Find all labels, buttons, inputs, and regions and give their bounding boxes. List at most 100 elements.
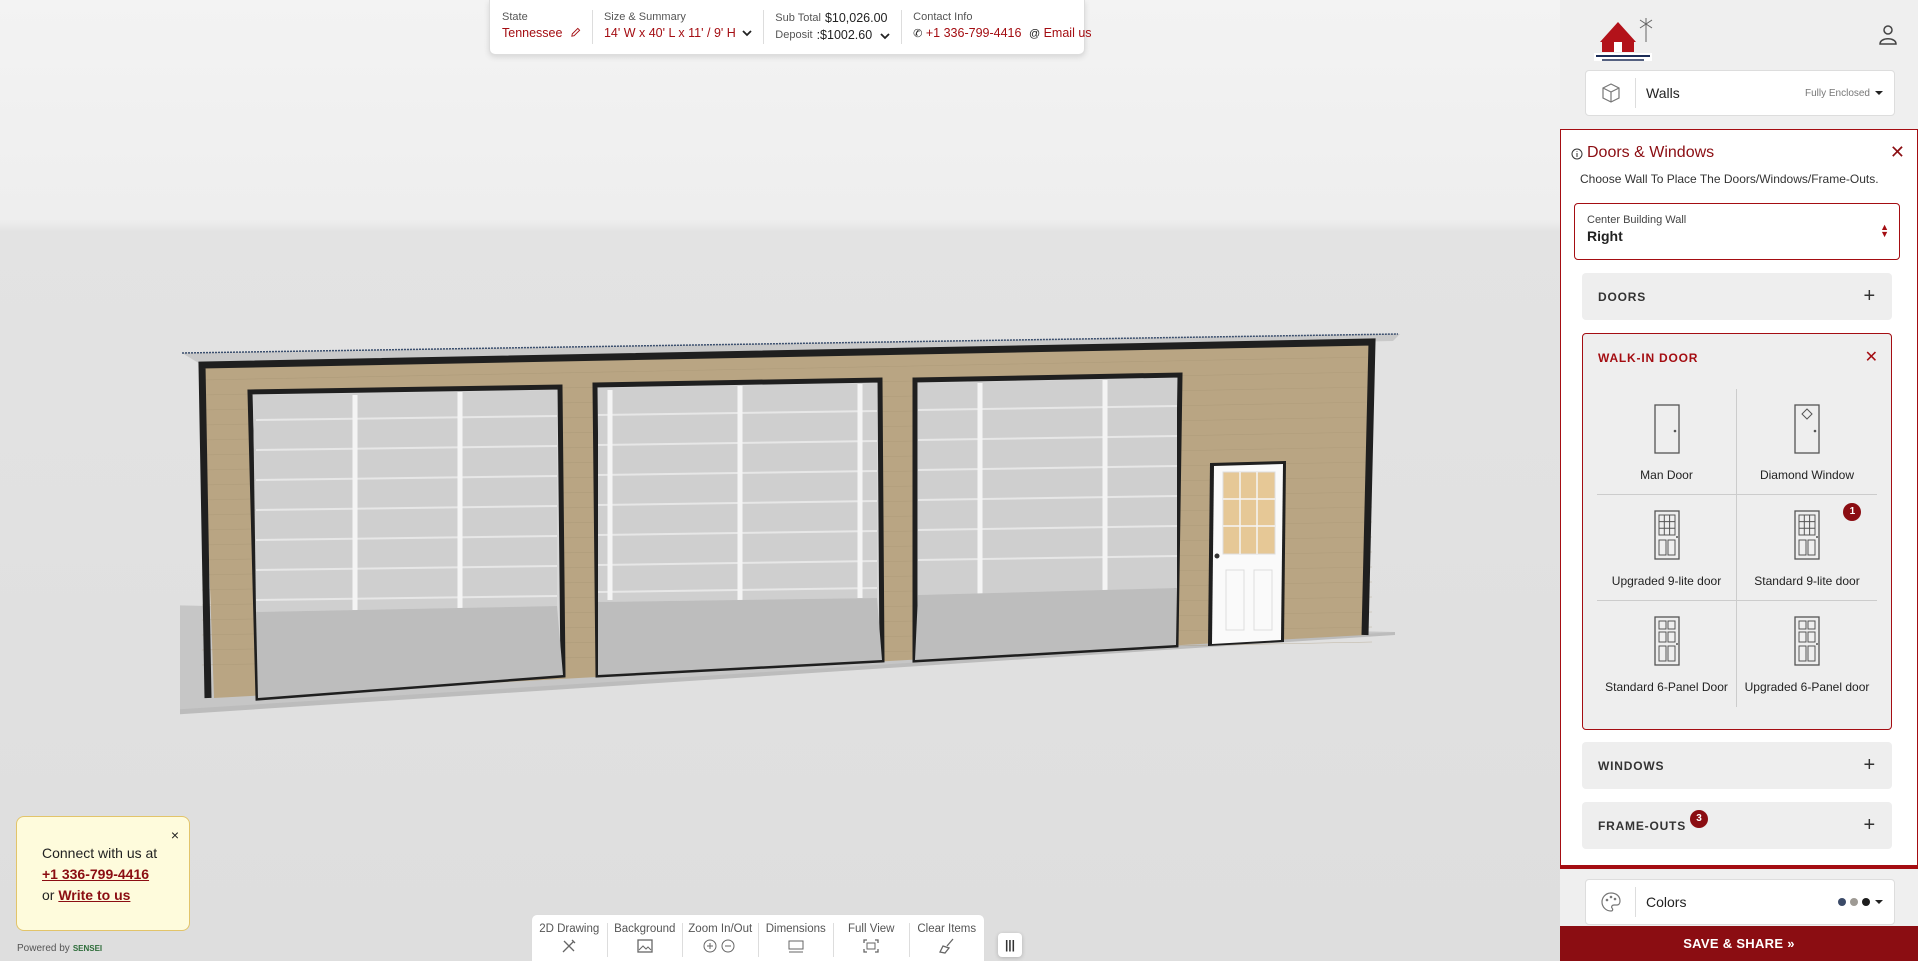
plus-icon: + (1863, 814, 1876, 836)
color-swatch-walls (1850, 898, 1858, 906)
save-share-button[interactable]: SAVE & SHARE » (1560, 926, 1918, 961)
six-panel-door-icon (1653, 616, 1680, 666)
connect-or: or (42, 887, 55, 903)
tool-background[interactable]: Background (608, 923, 683, 957)
pricing-field[interactable]: Sub Total $10,026.00 Deposit:$1002.60 (775, 10, 903, 44)
dimensions-icon (788, 940, 804, 953)
updown-icon: ▲ ▼ (1880, 222, 1889, 239)
subtotal-label: Sub Total (775, 12, 821, 24)
email-icon: @ (1028, 28, 1041, 40)
door-option-man-door[interactable]: Man Door (1597, 389, 1737, 495)
tool-dimensions[interactable]: Dimensions (759, 923, 834, 957)
colors-label: Colors (1646, 894, 1687, 910)
walk-in-door-3d (1208, 461, 1286, 646)
fullscreen-icon (863, 939, 879, 953)
tool-label: Full View (848, 923, 895, 935)
tool-zoom[interactable]: Zoom In/Out (683, 923, 759, 957)
wall-select-value: Right (1587, 228, 1623, 244)
state-label: State (502, 11, 528, 23)
tool-label: 2D Drawing (539, 923, 600, 935)
view-toolbar: 2D Drawing Background Zoom In/Out Dimens… (531, 914, 985, 961)
walk-in-door-section: WALK-IN DOOR ✕ Man Door Diamond Window U… (1582, 333, 1892, 730)
door-options-grid: Man Door Diamond Window Upgraded 9-lite … (1597, 389, 1877, 707)
write-to-us-link[interactable]: Write to us (58, 887, 130, 903)
toolbar-toggle-button[interactable]: ||| (998, 933, 1022, 957)
tool-clear-items[interactable]: Clear Items (910, 923, 985, 957)
edit-icon[interactable] (570, 27, 581, 38)
door-option-label: Upgraded 9-lite door (1611, 574, 1722, 588)
size-label: Size & Summary (603, 11, 686, 23)
door-option-label: Standard 9-lite door (1754, 574, 1860, 588)
contact-label: Contact Info (913, 11, 973, 23)
tool-full-view[interactable]: Full View (834, 923, 910, 957)
door-option-standard-9-lite[interactable]: 1 Standard 9-lite door (1737, 495, 1877, 601)
subtotal-value: $10,026.00 (824, 11, 888, 25)
door-option-label: Man Door (1640, 468, 1693, 482)
tool-label: Dimensions (765, 923, 826, 935)
config-sidebar: Walls Fully Enclosed Doors & Windows ✕ C… (1560, 0, 1918, 961)
panel-title: Doors & Windows (1587, 144, 1715, 161)
color-swatch-roof (1838, 898, 1846, 906)
building-render[interactable] (180, 320, 1410, 720)
tool-label: Zoom In/Out (688, 923, 753, 935)
diamond-window-door-icon (1794, 404, 1820, 454)
door-option-standard-6-panel[interactable]: Standard 6-Panel Door (1597, 601, 1737, 707)
palette-icon (1600, 892, 1621, 912)
windows-label: WINDOWS (1598, 758, 1665, 773)
3d-viewport[interactable]: State Tennessee Size & Summary 14' W x 4… (0, 0, 1560, 961)
deposit-value: :$1002.60 (816, 28, 873, 42)
summary-bar: State Tennessee Size & Summary 14' W x 4… (489, 0, 1092, 55)
info-icon (1571, 148, 1583, 160)
colors-selector[interactable]: Colors (1585, 879, 1895, 925)
tool-label: Background (614, 923, 676, 935)
state-value: Tennessee (502, 26, 563, 40)
door-option-diamond-window[interactable]: Diamond Window (1737, 389, 1877, 495)
close-icon[interactable]: × (171, 825, 179, 846)
size-field[interactable]: Size & Summary 14' W x 40' L x 11' / 9' … (603, 10, 765, 44)
frameouts-label: FRAME-OUTS (1598, 818, 1686, 833)
nine-lite-door-icon (1653, 510, 1680, 560)
chevron-down-icon[interactable] (880, 32, 890, 40)
walls-selector[interactable]: Walls Fully Enclosed (1585, 70, 1895, 116)
door-option-label: Diamond Window (1759, 468, 1855, 482)
door-option-upgraded-9-lite[interactable]: Upgraded 9-lite door (1597, 495, 1737, 601)
connect-phone-link[interactable]: +1 336-799-4416 (42, 866, 149, 882)
powered-by-text: Powered by (17, 943, 70, 954)
state-field[interactable]: State Tennessee (502, 10, 593, 44)
sensei-logo[interactable]: SENSEI (73, 944, 102, 953)
plus-icon: + (1863, 285, 1876, 307)
panel-subtitle: Choose Wall To Place The Doors/Windows/F… (1580, 172, 1879, 186)
close-icon[interactable]: ✕ (1890, 142, 1905, 163)
quantity-badge: 1 (1843, 503, 1862, 521)
contact-field: Contact Info ✆ +1 336-799-4416 @ Email u… (913, 10, 1102, 44)
close-icon[interactable]: ✕ (1865, 347, 1878, 367)
contact-phone-link[interactable]: +1 336-799-4416 (926, 26, 1022, 40)
windows-accordion[interactable]: WINDOWS + (1582, 742, 1892, 789)
wall-cube-icon (1601, 83, 1620, 103)
doors-accordion[interactable]: DOORS + (1582, 273, 1892, 320)
walk-in-door-title: WALK-IN DOOR (1598, 351, 1699, 365)
powered-by: Powered by SENSEI (17, 943, 102, 954)
size-value: 14' W x 40' L x 11' / 9' H (603, 26, 736, 40)
man-door-icon (1653, 404, 1680, 454)
tool-2d-drawing[interactable]: 2D Drawing (532, 923, 608, 957)
doors-windows-panel: Doors & Windows ✕ Choose Wall To Place T… (1560, 129, 1918, 869)
doors-label: DOORS (1598, 289, 1647, 304)
deposit-label: Deposit (775, 29, 813, 41)
image-icon (637, 939, 653, 953)
broom-icon (938, 938, 954, 954)
door-option-upgraded-6-panel[interactable]: Upgraded 6-Panel door (1737, 601, 1877, 707)
color-swatch-trim (1862, 898, 1870, 906)
contact-email-link[interactable]: Email us (1044, 26, 1092, 40)
chevron-down-icon (1875, 91, 1883, 95)
drawing-icon (562, 939, 576, 953)
phone-icon: ✆ (913, 28, 923, 40)
connect-card: × Connect with us at +1 336-799-4416 or … (16, 816, 190, 931)
frameouts-accordion[interactable]: FRAME-OUTS 3 + (1582, 802, 1892, 849)
chevron-down-icon[interactable] (742, 29, 752, 37)
walls-label: Walls (1646, 85, 1680, 101)
tool-label: Clear Items (917, 923, 977, 935)
wall-select-label: Center Building Wall (1587, 214, 1687, 226)
wall-select[interactable]: Center Building Wall Right ▲ ▼ (1574, 203, 1900, 260)
user-icon[interactable] (1878, 24, 1898, 46)
